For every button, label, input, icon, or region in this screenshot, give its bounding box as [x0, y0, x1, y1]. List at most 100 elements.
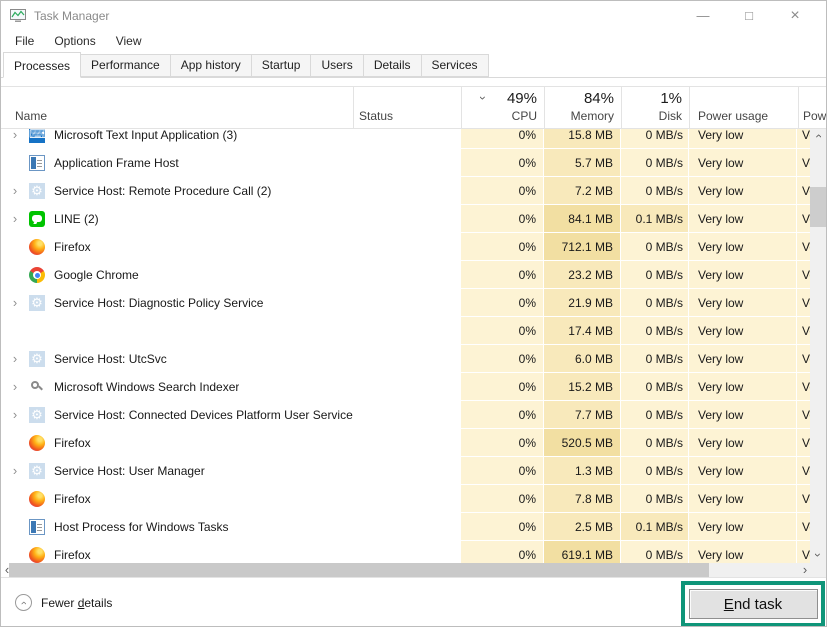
table-row[interactable]: Application Frame Host0%5.7 MB0 MB/sVery… [1, 149, 811, 177]
tab-app-history[interactable]: App history [171, 54, 252, 77]
expand-chevron-icon[interactable]: › [7, 345, 23, 373]
disk-cell: 0 MB/s [621, 541, 689, 563]
header-power-usage[interactable]: Power usage [698, 109, 768, 123]
memory-total-percent: 84% [584, 90, 614, 107]
disk-cell: 0 MB/s [621, 233, 689, 261]
cpu-total-percent: 49% [507, 90, 537, 107]
window-controls: —□× [680, 1, 818, 31]
table-row[interactable]: ›Microsoft Windows Search Indexer0%15.2 … [1, 373, 811, 401]
expand-chevron-icon[interactable]: › [7, 205, 23, 233]
power-usage-cell: Very low [689, 429, 797, 457]
table-row[interactable]: Firefox0%7.8 MB0 MB/sVery lowVe [1, 485, 811, 513]
disk-cell: 0 MB/s [621, 317, 689, 345]
column-divider[interactable] [689, 87, 690, 128]
table-row[interactable]: ›⚙Service Host: Remote Procedure Call (2… [1, 177, 811, 205]
menu-view[interactable]: View [106, 31, 152, 52]
end-task-button[interactable]: End task [689, 589, 818, 619]
cpu-cell: 0% [461, 233, 544, 261]
status-cell [353, 373, 461, 401]
expand-chevron-icon[interactable]: › [7, 177, 23, 205]
expand-chevron-icon[interactable]: › [7, 457, 23, 485]
scroll-up-icon[interactable]: › [810, 129, 826, 144]
disk-cell: 0 MB/s [621, 289, 689, 317]
horizontal-scrollbar-thumb[interactable] [9, 563, 709, 577]
table-row[interactable]: 0%17.4 MB0 MB/sVery lowVe [1, 317, 811, 345]
name-cell: ›⚙Service Host: User Manager [1, 457, 353, 485]
memory-cell: 7.8 MB [544, 485, 621, 513]
vertical-scrollbar-thumb[interactable] [810, 187, 826, 227]
name-cell: Firefox [1, 429, 353, 457]
header-disk[interactable]: 1% Disk [621, 87, 689, 128]
horizontal-scrollbar[interactable]: ‹ › [1, 563, 811, 577]
power-usage-trend-cell: Ve [797, 149, 811, 177]
memory-cell: 2.5 MB [544, 513, 621, 541]
power-usage-cell: Very low [689, 485, 797, 513]
gear-icon: ⚙ [29, 463, 45, 479]
table-row[interactable]: ›⌨Microsoft Text Input Application (3)0%… [1, 129, 811, 149]
table-row[interactable]: ›⚙Service Host: Connected Devices Platfo… [1, 401, 811, 429]
expand-chevron-icon[interactable]: › [7, 401, 23, 429]
header-power-usage-trend[interactable]: Pow [803, 109, 826, 123]
minimize-button[interactable]: — [680, 1, 726, 31]
name-cell: Application Frame Host [1, 149, 353, 177]
table-row[interactable]: Firefox0%520.5 MB0 MB/sVery lowVe [1, 429, 811, 457]
process-name: LINE (2) [54, 212, 99, 226]
disk-cell: 0 MB/s [621, 401, 689, 429]
disk-cell: 0 MB/s [621, 149, 689, 177]
close-button[interactable]: × [772, 1, 818, 31]
table-row[interactable]: Firefox0%619.1 MB0 MB/sVery lowVe [1, 541, 811, 563]
table-row[interactable]: ›LINE (2)0%84.1 MB0.1 MB/sVery lowVe [1, 205, 811, 233]
tab-processes[interactable]: Processes [3, 52, 81, 78]
chevron-up-circle-icon: › [15, 594, 32, 611]
memory-cell: 712.1 MB [544, 233, 621, 261]
tab-startup[interactable]: Startup [252, 54, 312, 77]
process-name: Firefox [54, 492, 91, 506]
table-row[interactable]: Google Chrome0%23.2 MB0 MB/sVery lowVe [1, 261, 811, 289]
expand-chevron-icon[interactable]: › [7, 289, 23, 317]
table-row[interactable]: ›⚙Service Host: Diagnostic Policy Servic… [1, 289, 811, 317]
table-row[interactable]: Host Process for Windows Tasks0%2.5 MB0.… [1, 513, 811, 541]
tab-performance[interactable]: Performance [81, 54, 171, 77]
gear-icon: ⚙ [29, 183, 45, 199]
disk-cell: 0 MB/s [621, 457, 689, 485]
vertical-scrollbar[interactable]: › › [810, 129, 826, 563]
memory-cell: 21.9 MB [544, 289, 621, 317]
search-icon [29, 379, 45, 395]
end-task-highlight: End task [681, 581, 825, 627]
process-name: Firefox [54, 548, 91, 562]
table-row[interactable]: ›⚙Service Host: UtcSvc0%6.0 MB0 MB/sVery… [1, 345, 811, 373]
firefox-icon [29, 491, 45, 507]
power-usage-trend-cell: Ve [797, 429, 811, 457]
header-cpu[interactable]: 49% CPU [461, 87, 544, 128]
process-name: Microsoft Text Input Application (3) [54, 129, 237, 142]
header-status[interactable]: Status [359, 109, 393, 123]
power-usage-cell: Very low [689, 317, 797, 345]
fewer-details-toggle[interactable]: › Fewer details [15, 594, 112, 611]
column-divider[interactable] [798, 87, 799, 128]
task-manager-icon [10, 8, 26, 24]
table-row[interactable]: ›⚙Service Host: User Manager0%1.3 MB0 MB… [1, 457, 811, 485]
tab-services[interactable]: Services [422, 54, 489, 77]
tab-users[interactable]: Users [311, 54, 363, 77]
menu-options[interactable]: Options [44, 31, 105, 52]
status-cell [353, 485, 461, 513]
expand-chevron-icon[interactable]: › [7, 129, 23, 149]
menu-bar: FileOptionsView [1, 31, 152, 52]
power-usage-trend-cell: Ve [797, 457, 811, 485]
power-usage-trend-cell: Ve [797, 345, 811, 373]
power-usage-trend-cell: Ve [797, 129, 811, 149]
header-name[interactable]: Name [15, 109, 47, 123]
title-bar: Task Manager —□× [1, 1, 826, 31]
memory-cell: 15.8 MB [544, 129, 621, 149]
header-memory[interactable]: 84% Memory [544, 87, 621, 128]
scroll-down-icon[interactable]: › [810, 548, 826, 563]
column-divider[interactable] [353, 87, 354, 128]
menu-file[interactable]: File [15, 31, 44, 52]
expand-chevron-icon[interactable]: › [7, 373, 23, 401]
power-usage-cell: Very low [689, 233, 797, 261]
power-usage-trend-cell: Ve [797, 541, 811, 563]
cpu-cell: 0% [461, 345, 544, 373]
maximize-button[interactable]: □ [726, 1, 772, 31]
table-row[interactable]: Firefox0%712.1 MB0 MB/sVery lowVe [1, 233, 811, 261]
tab-details[interactable]: Details [364, 54, 422, 77]
